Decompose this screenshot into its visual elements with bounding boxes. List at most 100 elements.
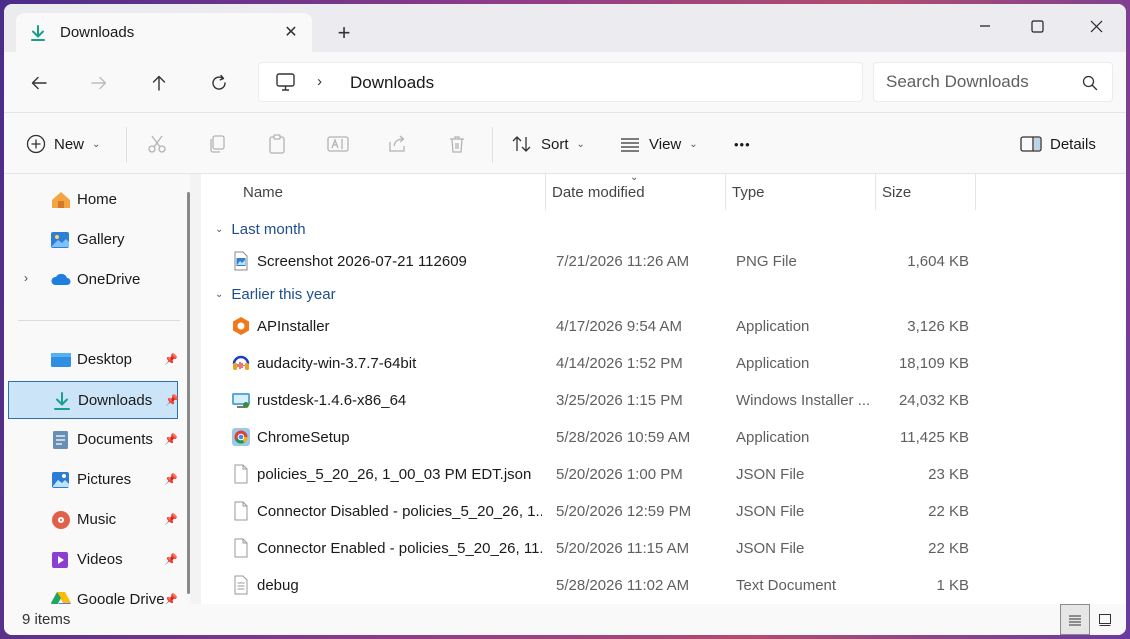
sidebar-item-onedrive[interactable]: › OneDrive [8, 261, 178, 299]
group-header-earlier-this-year[interactable]: ⌄ Earlier this year [215, 282, 336, 306]
item-count: 9 items [22, 611, 71, 628]
tiles-view-icon [1099, 613, 1111, 626]
column-header-date-modified[interactable]: Date modified [552, 174, 645, 210]
column-divider[interactable] [545, 174, 546, 210]
minimize-button[interactable] [962, 10, 1008, 42]
chevron-down-icon: ⌄ [215, 288, 224, 300]
cut-button[interactable] [147, 129, 167, 159]
pictures-folder-icon [52, 472, 69, 488]
msi-installer-icon [232, 393, 250, 408]
music-folder-icon [52, 511, 70, 529]
documents-folder-icon [53, 431, 68, 449]
column-header-name[interactable]: Name [243, 174, 283, 210]
sidebar-divider [18, 320, 180, 321]
address-bar[interactable]: › Downloads [258, 62, 863, 102]
details-view-button[interactable] [1060, 604, 1090, 635]
view-label: View [649, 135, 682, 153]
up-button[interactable] [144, 68, 174, 98]
group-header-last-month[interactable]: ⌄ Last month [215, 217, 306, 241]
details-label: Details [1050, 135, 1096, 153]
file-row[interactable]: debug 5/28/2026 11:02 AM Text Document 1… [201, 567, 1121, 604]
sidebar-item-music[interactable]: Music 📌 [8, 501, 178, 539]
sidebar-item-google-drive[interactable]: Google Drive 📌 [8, 581, 178, 604]
sidebar-item-pictures[interactable]: Pictures 📌 [8, 461, 178, 499]
onedrive-icon [51, 273, 71, 285]
search-input[interactable] [886, 71, 1076, 93]
new-label: New [54, 135, 85, 153]
home-icon [52, 192, 70, 208]
toolbar-divider [492, 127, 493, 163]
file-row[interactable]: Connector Enabled - policies_5_20_26, 11… [201, 530, 1121, 567]
share-icon [389, 135, 405, 152]
delete-button[interactable] [447, 129, 467, 159]
tab-title: Downloads [60, 24, 135, 41]
rename-button[interactable] [327, 129, 349, 159]
maximize-button[interactable] [1014, 10, 1060, 42]
more-icon: ••• [734, 136, 751, 152]
view-list-icon [621, 138, 639, 152]
sidebar-item-documents[interactable]: Documents 📌 [8, 421, 178, 459]
breadcrumb-separator[interactable]: › [317, 73, 322, 90]
file-row[interactable]: ChromeSetup 5/28/2026 10:59 AM Applicati… [201, 419, 1121, 456]
file-row[interactable]: Screenshot 2026-07-21 112609 7/21/2026 1… [201, 243, 1121, 280]
back-button[interactable] [24, 68, 54, 98]
details-view-icon [1069, 615, 1081, 625]
share-button[interactable] [387, 129, 407, 159]
text-file-icon [234, 575, 248, 595]
forward-button[interactable] [84, 68, 114, 98]
title-bar: Downloads ✕ + [4, 4, 1126, 53]
paste-button[interactable] [267, 129, 287, 159]
copy-button[interactable] [207, 129, 227, 159]
file-row[interactable]: APInstaller 4/17/2026 9:54 AM Applicatio… [201, 308, 1121, 345]
chevron-down-icon: ⌄ [576, 138, 585, 150]
column-divider[interactable] [875, 174, 876, 210]
copy-icon [210, 135, 225, 153]
file-list: Name ⌄ Date modified Type Size ⌄ Last mo… [201, 172, 1126, 604]
sidebar-item-videos[interactable]: Videos 📌 [8, 541, 178, 579]
more-options-button[interactable]: ••• [734, 129, 751, 159]
sidebar-item-gallery[interactable]: Gallery [8, 221, 178, 259]
desktop-folder-icon [51, 353, 71, 367]
json-file-icon [234, 464, 248, 484]
column-header-size[interactable]: Size [882, 174, 911, 210]
file-row[interactable]: rustdesk-1.4.6-x86_64 3/25/2026 1:15 PM … [201, 382, 1121, 419]
pin-icon: 📌 [164, 474, 178, 486]
sidebar-item-home[interactable]: Home [8, 181, 178, 219]
details-pane-icon [1020, 136, 1042, 152]
column-divider[interactable] [725, 174, 726, 210]
audacity-icon [232, 355, 250, 370]
details-pane-button[interactable]: Details [1020, 129, 1096, 159]
file-row[interactable]: Connector Disabled - policies_5_20_26, 1… [201, 493, 1121, 530]
column-header-type[interactable]: Type [732, 174, 765, 210]
videos-folder-icon [52, 552, 68, 568]
chevron-right-icon[interactable]: › [24, 271, 28, 285]
navigation-bar: › Downloads [4, 52, 1126, 112]
close-window-button[interactable] [1073, 10, 1119, 42]
sort-button[interactable]: Sort ⌄ [511, 129, 585, 159]
refresh-icon [212, 74, 226, 90]
sidebar-item-downloads[interactable]: Downloads 📌 [8, 381, 179, 419]
view-button[interactable]: View ⌄ [619, 129, 698, 159]
file-row[interactable]: policies_5_20_26, 1_00_03 PM EDT.json 5/… [201, 456, 1121, 493]
pin-icon: 📌 [164, 554, 178, 566]
json-file-icon [234, 538, 248, 558]
refresh-button[interactable] [204, 68, 234, 98]
this-pc-icon [276, 73, 295, 91]
column-divider[interactable] [975, 174, 976, 210]
sidebar-item-desktop[interactable]: Desktop 📌 [8, 341, 178, 379]
file-row[interactable]: audacity-win-3.7.7-64bit 4/14/2026 1:52 … [201, 345, 1121, 382]
search-box[interactable] [873, 62, 1113, 102]
close-tab-icon[interactable]: ✕ [280, 22, 302, 44]
plus-circle-icon [26, 134, 46, 154]
tab-downloads[interactable]: Downloads ✕ [16, 13, 312, 53]
tiles-view-button[interactable] [1090, 604, 1120, 635]
new-tab-button[interactable]: + [330, 20, 358, 48]
breadcrumb-downloads[interactable]: Downloads [350, 73, 434, 93]
sidebar-scrollbar[interactable] [187, 192, 190, 594]
pin-icon: 📌 [164, 594, 178, 604]
search-icon [1082, 75, 1098, 91]
close-icon [1090, 20, 1102, 32]
new-button[interactable]: New ⌄ [26, 129, 100, 159]
pin-icon: 📌 [164, 434, 178, 446]
downloads-folder-icon [54, 392, 70, 410]
